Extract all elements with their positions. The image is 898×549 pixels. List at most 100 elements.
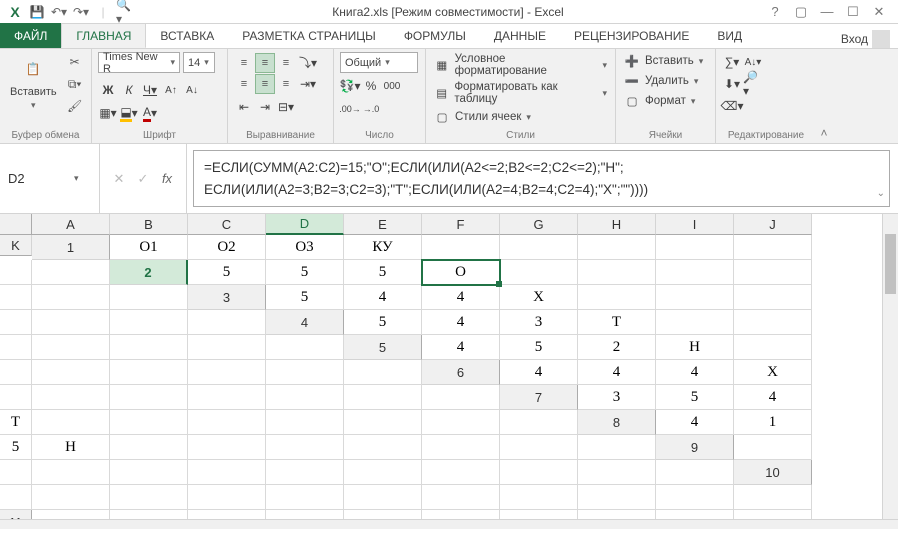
format-as-table-button[interactable]: ▤Форматировать как таблицу▾ bbox=[432, 80, 609, 106]
cell[interactable] bbox=[422, 385, 500, 410]
tab-view[interactable]: ВИД bbox=[703, 23, 756, 48]
cell[interactable] bbox=[578, 485, 656, 510]
cell[interactable] bbox=[422, 510, 500, 519]
cell[interactable] bbox=[188, 385, 266, 410]
cell[interactable]: О1 bbox=[110, 235, 188, 260]
cell[interactable] bbox=[344, 435, 422, 460]
copy-icon[interactable]: ⧉▾ bbox=[65, 74, 85, 94]
cell[interactable] bbox=[578, 435, 656, 460]
fill-color-button[interactable]: ⬓▾ bbox=[119, 103, 139, 123]
accept-formula-icon[interactable]: ✓ bbox=[134, 171, 152, 187]
cell[interactable] bbox=[32, 335, 110, 360]
clear-button[interactable]: ⌫▾ bbox=[722, 96, 742, 116]
delete-cells-button[interactable]: ➖Удалить▾ bbox=[622, 72, 700, 90]
cell[interactable] bbox=[656, 510, 734, 519]
tab-data[interactable]: ДАННЫЕ bbox=[480, 23, 560, 48]
align-bottom-icon[interactable]: ≡ bbox=[276, 53, 296, 73]
cell[interactable] bbox=[578, 510, 656, 519]
column-header[interactable]: E bbox=[344, 214, 422, 235]
cell[interactable] bbox=[266, 335, 344, 360]
fill-button[interactable]: ⬇▾ bbox=[722, 74, 742, 94]
cell[interactable] bbox=[266, 485, 344, 510]
cell[interactable] bbox=[110, 360, 188, 385]
column-header[interactable]: K bbox=[0, 235, 32, 256]
cell[interactable] bbox=[734, 310, 812, 335]
column-header[interactable]: A bbox=[32, 214, 110, 235]
column-header[interactable]: G bbox=[500, 214, 578, 235]
cell[interactable]: КУ bbox=[344, 235, 422, 260]
cell[interactable] bbox=[266, 385, 344, 410]
cell[interactable]: 4 bbox=[422, 285, 500, 310]
cell[interactable] bbox=[500, 460, 578, 485]
cell[interactable]: 2 bbox=[578, 335, 656, 360]
cell[interactable] bbox=[0, 460, 32, 485]
cell[interactable] bbox=[32, 385, 110, 410]
cell[interactable] bbox=[734, 285, 812, 310]
maximize-icon[interactable]: ☐ bbox=[842, 3, 864, 21]
cell[interactable]: 4 bbox=[500, 360, 578, 385]
row-header[interactable]: 11 bbox=[0, 510, 32, 519]
decrease-decimal-icon[interactable]: →.0 bbox=[361, 99, 381, 119]
bold-button[interactable]: Ж bbox=[98, 80, 118, 100]
cell[interactable]: 4 bbox=[422, 335, 500, 360]
cell[interactable]: 5 bbox=[500, 335, 578, 360]
cell[interactable] bbox=[0, 310, 32, 335]
cell[interactable]: Н bbox=[32, 435, 110, 460]
cell[interactable] bbox=[734, 260, 812, 285]
cell[interactable] bbox=[344, 485, 422, 510]
cell[interactable]: 5 bbox=[188, 260, 266, 285]
tab-home[interactable]: ГЛАВНАЯ bbox=[61, 23, 146, 48]
align-center-icon[interactable]: ≡ bbox=[255, 74, 275, 94]
cell[interactable] bbox=[266, 360, 344, 385]
cell[interactable] bbox=[0, 385, 32, 410]
tab-review[interactable]: РЕЦЕНЗИРОВАНИЕ bbox=[560, 23, 703, 48]
cell[interactable] bbox=[188, 335, 266, 360]
print-preview-icon[interactable]: 🔍▾ bbox=[116, 3, 134, 21]
cell[interactable] bbox=[578, 285, 656, 310]
save-icon[interactable]: 💾 bbox=[28, 3, 46, 21]
scrollbar-thumb[interactable] bbox=[885, 234, 896, 294]
cell[interactable] bbox=[344, 385, 422, 410]
cell[interactable]: О2 bbox=[188, 235, 266, 260]
align-right-icon[interactable]: ≡ bbox=[276, 74, 296, 94]
row-header[interactable]: 2 bbox=[110, 260, 188, 285]
row-header[interactable]: 4 bbox=[266, 310, 344, 335]
cell[interactable] bbox=[32, 310, 110, 335]
cell[interactable] bbox=[110, 460, 188, 485]
cell[interactable] bbox=[188, 435, 266, 460]
cell[interactable] bbox=[734, 485, 812, 510]
cell[interactable]: 1 bbox=[734, 410, 812, 435]
redo-icon[interactable]: ↷▾ bbox=[72, 3, 90, 21]
column-header[interactable]: D bbox=[266, 214, 344, 235]
cell[interactable] bbox=[344, 460, 422, 485]
column-header[interactable]: F bbox=[422, 214, 500, 235]
cell[interactable] bbox=[734, 335, 812, 360]
cell[interactable] bbox=[578, 260, 656, 285]
align-middle-icon[interactable]: ≡ bbox=[255, 53, 275, 73]
cell[interactable] bbox=[500, 235, 578, 260]
cell[interactable] bbox=[110, 335, 188, 360]
cell[interactable] bbox=[656, 310, 734, 335]
row-header[interactable]: 5 bbox=[344, 335, 422, 360]
row-header[interactable]: 1 bbox=[32, 235, 110, 260]
cell[interactable] bbox=[422, 235, 500, 260]
cell[interactable] bbox=[734, 435, 812, 460]
cell[interactable]: Н bbox=[656, 335, 734, 360]
column-header[interactable]: I bbox=[656, 214, 734, 235]
cell[interactable] bbox=[656, 485, 734, 510]
cell[interactable]: 3 bbox=[500, 310, 578, 335]
cell[interactable] bbox=[344, 510, 422, 519]
cell[interactable]: Х bbox=[500, 285, 578, 310]
cell[interactable]: 3 bbox=[578, 385, 656, 410]
orientation-button[interactable]: ⤵▾ bbox=[298, 52, 318, 72]
cell[interactable] bbox=[422, 460, 500, 485]
vertical-scrollbar[interactable] bbox=[882, 214, 898, 519]
cell[interactable] bbox=[656, 285, 734, 310]
autosum-button[interactable]: ∑▾ bbox=[722, 52, 742, 72]
column-header[interactable]: H bbox=[578, 214, 656, 235]
percent-button[interactable]: % bbox=[361, 76, 381, 96]
close-icon[interactable]: ✕ bbox=[868, 3, 890, 21]
row-header[interactable]: 8 bbox=[578, 410, 656, 435]
decrease-indent-icon[interactable]: ⇤ bbox=[234, 97, 254, 117]
cell[interactable] bbox=[32, 485, 110, 510]
